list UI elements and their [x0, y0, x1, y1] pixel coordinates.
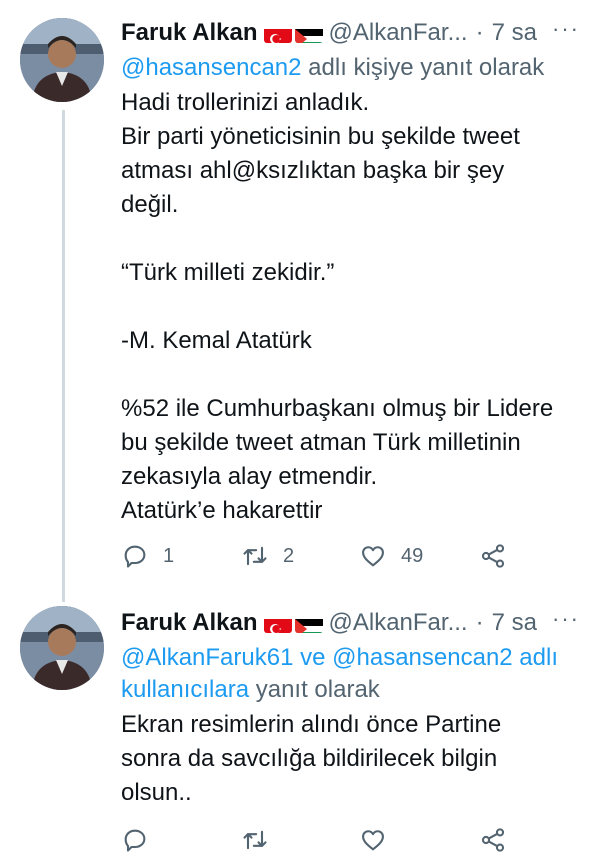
like-icon: [362, 830, 384, 851]
text-line: -M. Kemal Atatürk: [121, 327, 312, 354]
separator: ·: [475, 609, 484, 636]
thread-line: [62, 110, 65, 602]
action-bar: [121, 822, 591, 858]
text-line: değil.: [121, 191, 179, 218]
like-button[interactable]: 49: [359, 538, 423, 574]
like-button[interactable]: [359, 822, 401, 858]
reply-icon: [124, 829, 146, 852]
mention-link[interactable]: @AlkanFaruk61: [121, 644, 293, 671]
reply-icon: [124, 545, 146, 568]
more-icon[interactable]: ···: [552, 16, 580, 42]
text-line: Atatürk’e hakarettir: [121, 497, 323, 524]
reply-button[interactable]: 1: [121, 538, 174, 574]
reply-suffix: yanıt olarak: [249, 676, 380, 703]
reply-count: 1: [163, 544, 175, 567]
tweet[interactable]: Faruk Alkan @AlkanFar... · 7 sa @hasansenca…: [0, 0, 600, 602]
reply-joiner: ve: [293, 644, 333, 671]
text-line: Ekran resimlerin alındı önce Partine: [121, 711, 502, 738]
separator: ·: [475, 19, 484, 46]
text-line: Bir parti yöneticisinin bu şekilde tweet: [121, 123, 520, 150]
turkey-flag-icon: [263, 613, 292, 633]
retweet-count: 2: [283, 544, 295, 567]
text-line: Hadi trollerinizi anladık.: [121, 89, 370, 116]
share-icon: [481, 544, 505, 568]
author-name[interactable]: Faruk Alkan: [121, 19, 258, 46]
tweet-header: Faruk Alkan @AlkanFar... · 7 sa: [121, 14, 590, 52]
turkey-flag-icon: [263, 23, 292, 43]
palestine-flag-icon: [294, 613, 323, 633]
like-count: 49: [401, 544, 424, 567]
like-icon: [362, 546, 384, 567]
text-line: zekasıyla alay etmendir.: [121, 463, 378, 490]
text-line: atması ahl@ksızlıktan başka bir şey: [121, 157, 505, 184]
share-button[interactable]: [479, 538, 507, 574]
timestamp[interactable]: 7 sa: [492, 19, 537, 46]
text-line: olsun..: [121, 779, 192, 806]
retweet-icon: [243, 546, 267, 566]
avatar[interactable]: [20, 606, 104, 690]
reply-button[interactable]: [121, 822, 163, 858]
author-handle[interactable]: @AlkanFar...: [329, 609, 468, 636]
more-icon[interactable]: ···: [552, 606, 580, 632]
tweet-text: Ekran resimlerin alındı önce Partine son…: [121, 708, 590, 810]
action-bar: 1 2 49: [121, 538, 591, 574]
tweet-text: Hadi trollerinizi anladık. Bir parti yön…: [121, 86, 590, 528]
text-line: “Türk milleti zekidir.”: [121, 259, 335, 286]
share-icon: [481, 828, 505, 852]
tweet[interactable]: Faruk Alkan @AlkanFar... · 7 sa @AlkanFaruk…: [0, 600, 600, 866]
reply-context: @AlkanFaruk61 ve @hasansencan2 adlı kull…: [121, 642, 590, 706]
retweet-icon: [243, 830, 267, 850]
reply-context: @hasansencan2 adlı kişiye yanıt olarak: [121, 52, 590, 84]
text-line: sonra da savcılığa bildirilecek bilgin: [121, 745, 498, 772]
timestamp[interactable]: 7 sa: [492, 609, 537, 636]
tweet-header: Faruk Alkan @AlkanFar... · 7 sa: [121, 604, 590, 642]
author-handle[interactable]: @AlkanFar...: [329, 19, 468, 46]
text-line: bu şekilde tweet atman Türk milletinin: [121, 429, 521, 456]
users-link[interactable]: kullanıcılara: [121, 676, 249, 703]
retweet-button[interactable]: [241, 822, 283, 858]
retweet-button[interactable]: 2: [241, 538, 294, 574]
reply-suffix: adlı kişiye yanıt olarak: [301, 54, 545, 81]
mention-link[interactable]: @hasansencan2: [121, 54, 302, 81]
text-line: %52 ile Cumhurbaşkanı olmuş bir Lidere: [121, 395, 554, 422]
share-button[interactable]: [479, 822, 507, 858]
mention-link[interactable]: @hasansencan2 adlı: [332, 644, 558, 671]
author-name[interactable]: Faruk Alkan: [121, 609, 258, 636]
avatar[interactable]: [20, 18, 104, 102]
palestine-flag-icon: [294, 23, 323, 43]
